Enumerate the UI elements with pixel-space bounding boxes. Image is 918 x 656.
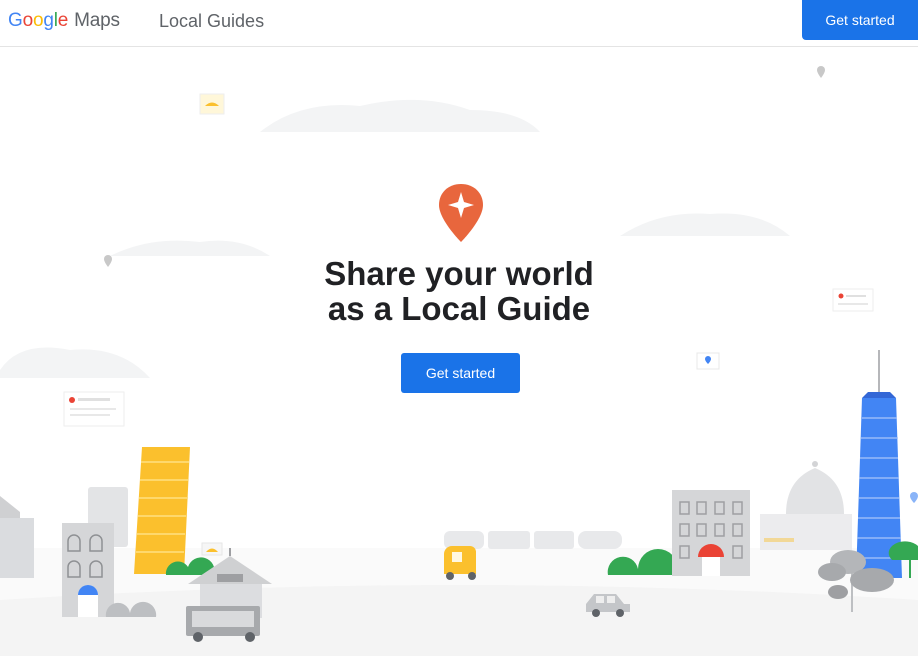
food-card-icon — [199, 93, 225, 115]
logo-letter: G — [8, 10, 23, 31]
logo-letter: e — [57, 10, 69, 31]
review-card-icon — [63, 391, 125, 427]
map-marker-icon — [817, 66, 825, 78]
building-apartments — [672, 490, 750, 576]
logo-letter: g — [43, 10, 54, 31]
local-guide-pin-icon — [439, 184, 483, 242]
ground-shadow — [0, 585, 918, 656]
location-card-icon — [696, 352, 720, 370]
clouds — [0, 99, 790, 378]
building-left-edge — [0, 496, 34, 578]
local-guides-nav-link[interactable]: Local Guides — [159, 11, 264, 32]
hero-get-started-button[interactable]: Get started — [401, 353, 520, 393]
food-stall-icon — [201, 542, 223, 556]
city-illustration — [0, 66, 918, 656]
logo-product-name: Maps — [74, 10, 120, 31]
logo-letter: o — [22, 10, 34, 31]
top-bar: Google Maps Local Guides Get started — [0, 0, 918, 47]
logo-letter: o — [32, 10, 44, 31]
building-yellow-tower — [134, 447, 190, 574]
map-marker-icon — [910, 492, 918, 503]
headline-line-1: Share your world — [324, 255, 594, 292]
headline-line-2: as a Local Guide — [327, 290, 591, 327]
hero-headline: Share your world as a Local Guide — [0, 256, 918, 326]
header-get-started-button[interactable]: Get started — [802, 0, 918, 40]
building-domed — [760, 461, 852, 550]
building-arched — [62, 523, 114, 617]
google-maps-logo[interactable]: Google Maps — [8, 10, 120, 32]
